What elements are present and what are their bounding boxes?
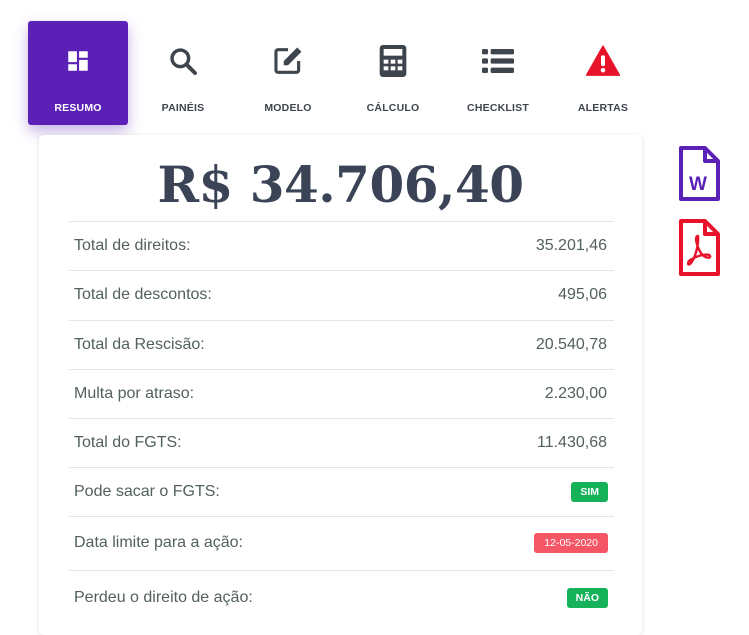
summary-card: R$ 34.706,40 Total de direitos: 35.201,4… [39,135,642,635]
summary-row: Perdeu o direito de ação: NÃO [69,570,614,625]
nav-item-modelo[interactable]: MODELO [238,21,338,125]
nav-label-paineis: PAINÉIS [161,102,205,114]
row-label: Pode sacar o FGTS: [74,483,220,500]
edit-icon [271,44,305,78]
nav-label-resumo: RESUMO [54,102,102,114]
row-label: Total de direitos: [74,237,191,254]
nav-item-alertas[interactable]: ALERTAS [553,21,653,125]
row-value: 35.201,46 [535,237,607,254]
calculator-icon [376,44,410,78]
row-value: 11.430,68 [537,434,607,451]
row-label: Total de descontos: [74,286,212,303]
nav-item-checklist[interactable]: CHECKLIST [448,21,548,125]
summary-row: Total do FGTS: 11.430,68 [69,418,614,467]
summary-row: Pode sacar o FGTS: SIM [69,467,614,516]
warning-icon [586,44,620,78]
row-label: Data limite para a ação: [74,534,243,551]
search-icon [166,44,200,78]
summary-row: Total da Rescisão: 20.540,78 [69,320,614,369]
summary-row: Total de direitos: 35.201,46 [69,221,614,270]
word-letter: W [689,174,707,195]
row-value: 495,06 [558,286,607,303]
summary-row: Data limite para a ação: 12-05-2020 [69,516,614,569]
pdf-file-icon[interactable] [677,219,721,282]
nav-label-alertas: ALERTAS [577,102,629,114]
summary-row: Multa por atraso: 2.230,00 [69,369,614,418]
row-label: Multa por atraso: [74,385,195,402]
row-value: 20.540,78 [535,336,607,353]
status-badge-nao: NÃO [566,588,608,608]
nav-item-resumo[interactable]: RESUMO [28,21,128,125]
row-label: Perdeu o direito de ação: [74,589,253,606]
nav-label-modelo: MODELO [264,102,312,114]
nav-label-calculo: CÁLCULO [366,102,420,114]
dashboard-icon [61,44,95,78]
status-badge-sim: SIM [571,482,608,502]
row-label: Total da Rescisão: [74,336,205,353]
list-icon [481,44,515,78]
date-badge: 12-05-2020 [534,533,608,553]
nav-label-checklist: CHECKLIST [467,102,529,114]
nav-item-paineis[interactable]: PAINÉIS [133,21,233,125]
row-value: 2.230,00 [544,385,607,402]
total-amount: R$ 34.706,40 [157,155,524,214]
word-file-icon[interactable]: W [677,146,721,207]
nav-item-calculo[interactable]: CÁLCULO [343,21,443,125]
row-label: Total do FGTS: [74,434,182,451]
summary-row: Total de descontos: 495,06 [69,270,614,319]
